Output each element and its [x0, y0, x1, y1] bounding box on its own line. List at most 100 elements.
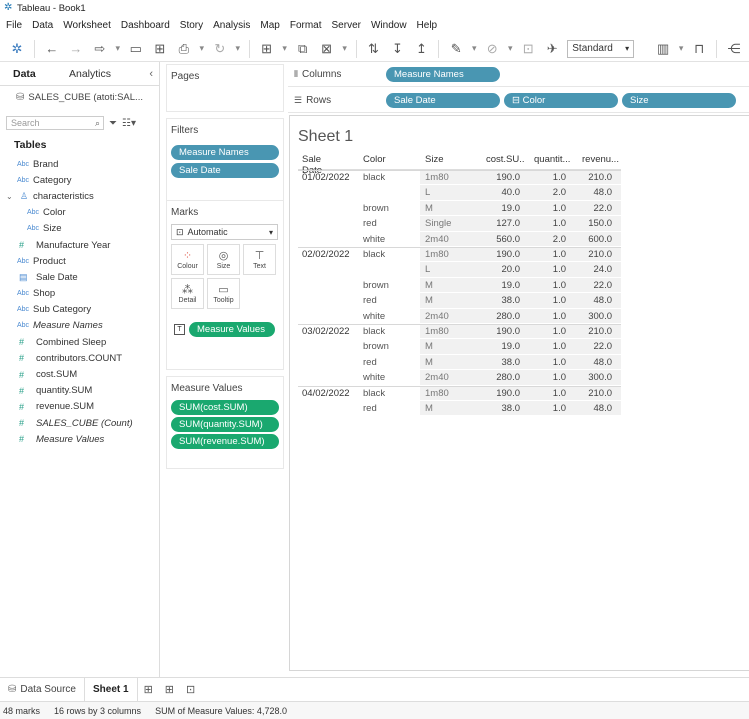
- size-cell[interactable]: 1m80: [425, 247, 449, 262]
- sort-ascending-icon[interactable]: ↧: [388, 38, 406, 60]
- chevron-down-icon[interactable]: ▾: [199, 38, 205, 60]
- fit-select[interactable]: Standard ▾: [567, 39, 635, 58]
- rows-pill-size[interactable]: Size: [622, 92, 736, 108]
- sale-date-cell[interactable]: 02/02/2022: [302, 247, 350, 262]
- size-cell[interactable]: 2m40: [425, 370, 449, 385]
- color-cell[interactable]: black: [363, 386, 385, 401]
- menu-server[interactable]: Server: [332, 20, 361, 31]
- menu-dashboard[interactable]: Dashboard: [121, 20, 170, 31]
- column-header[interactable]: Size: [425, 154, 443, 165]
- filter-pill-measure-names[interactable]: Measure Names: [171, 145, 279, 160]
- menu-help[interactable]: Help: [417, 20, 438, 31]
- field-item[interactable]: ▤ Sale Date: [0, 269, 160, 285]
- measure-pill-cost[interactable]: SUM(cost.SUM): [171, 400, 279, 415]
- color-cell[interactable]: red: [363, 216, 377, 231]
- size-cell[interactable]: L: [425, 185, 430, 200]
- detail-button[interactable]: ⁂ Detail: [171, 278, 204, 309]
- revenue-cell[interactable]: 48.0: [576, 401, 613, 416]
- quantity-cell[interactable]: 1.0: [528, 170, 566, 185]
- filter-icon[interactable]: ⏷: [109, 118, 117, 129]
- size-cell[interactable]: M: [425, 339, 433, 354]
- size-button[interactable]: ◎ Size: [207, 244, 240, 275]
- menu-analysis[interactable]: Analysis: [213, 20, 250, 31]
- size-cell[interactable]: 1m80: [425, 324, 449, 339]
- quantity-cell[interactable]: 2.0: [528, 232, 566, 247]
- color-cell[interactable]: black: [363, 247, 385, 262]
- cost-cell[interactable]: 19.0: [480, 278, 521, 293]
- revenue-cell[interactable]: 24.0: [576, 262, 613, 277]
- rows-shelf[interactable]: ☰ Rows Sale Date ⊟ Color Size: [288, 88, 749, 113]
- color-cell[interactable]: white: [363, 232, 385, 247]
- quantity-cell[interactable]: 1.0: [528, 401, 566, 416]
- cost-cell[interactable]: 38.0: [480, 355, 521, 370]
- quantity-cell[interactable]: 1.0: [528, 339, 566, 354]
- chevron-down-icon[interactable]: ▾: [235, 38, 241, 60]
- redo-icon[interactable]: →: [67, 38, 85, 60]
- cost-cell[interactable]: 38.0: [480, 293, 521, 308]
- color-cell[interactable]: red: [363, 401, 377, 416]
- search-input[interactable]: Search ⌕: [6, 116, 104, 130]
- collapse-pane-icon[interactable]: ‹: [145, 62, 159, 85]
- new-datasource-icon[interactable]: ⊞: [151, 38, 169, 60]
- size-cell[interactable]: 2m40: [425, 309, 449, 324]
- new-story-icon[interactable]: ⊡: [186, 683, 195, 696]
- refresh-icon[interactable]: ↻: [211, 38, 229, 60]
- size-cell[interactable]: L: [425, 262, 430, 277]
- chevron-down-icon[interactable]: ▾: [471, 38, 477, 60]
- field-item[interactable]: # revenue.SUM: [0, 399, 160, 415]
- cost-cell[interactable]: 190.0: [480, 324, 520, 339]
- revenue-cell[interactable]: 48.0: [576, 293, 613, 308]
- revenue-cell[interactable]: 210.0: [576, 247, 612, 262]
- field-item[interactable]: # contributors.COUNT: [0, 350, 160, 366]
- swap-rows-columns-icon[interactable]: ⇅: [364, 38, 382, 60]
- columns-shelf[interactable]: ⦀ Columns Measure Names: [288, 62, 749, 87]
- field-item[interactable]: Abc Shop: [0, 286, 160, 302]
- column-header[interactable]: Color: [363, 154, 386, 165]
- share-icon[interactable]: ⋲: [725, 38, 743, 60]
- pause-updates-icon[interactable]: ⎙: [175, 38, 193, 60]
- save-icon[interactable]: ▭: [127, 38, 145, 60]
- quantity-cell[interactable]: 1.0: [528, 262, 566, 277]
- size-cell[interactable]: M: [425, 355, 433, 370]
- field-item[interactable]: # SALES_CUBE (Count): [0, 415, 160, 431]
- revenue-cell[interactable]: 600.0: [576, 232, 612, 247]
- color-cell[interactable]: black: [363, 324, 385, 339]
- field-item[interactable]: Abc Sub Category: [0, 302, 160, 318]
- revenue-cell[interactable]: 22.0: [576, 339, 613, 354]
- cost-cell[interactable]: 280.0: [480, 309, 520, 324]
- cost-cell[interactable]: 127.0: [480, 216, 520, 231]
- field-item[interactable]: # cost.SUM: [0, 366, 160, 382]
- revenue-cell[interactable]: 22.0: [576, 201, 613, 216]
- cost-cell[interactable]: 190.0: [480, 247, 520, 262]
- view-options-icon[interactable]: ☷▾: [122, 118, 136, 129]
- cost-cell[interactable]: 190.0: [480, 170, 520, 185]
- size-cell[interactable]: Single: [425, 216, 451, 231]
- revenue-cell[interactable]: 48.0: [576, 185, 613, 200]
- field-item[interactable]: # Combined Sleep: [0, 334, 160, 350]
- fix-axes-icon[interactable]: ✈: [543, 38, 561, 60]
- quantity-cell[interactable]: 1.0: [528, 355, 566, 370]
- presentation-mode-icon[interactable]: ⊓: [690, 38, 708, 60]
- color-cell[interactable]: black: [363, 170, 385, 185]
- clear-sheet-icon[interactable]: ⊠: [318, 38, 336, 60]
- menu-file[interactable]: File: [6, 20, 22, 31]
- menu-data[interactable]: Data: [32, 20, 53, 31]
- cost-cell[interactable]: 19.0: [480, 201, 521, 216]
- tab-sheet-1[interactable]: Sheet 1: [83, 677, 138, 702]
- column-header[interactable]: cost.SU..: [486, 154, 525, 165]
- menu-format[interactable]: Format: [290, 20, 322, 31]
- group-members-icon[interactable]: ⊘: [483, 38, 501, 60]
- chevron-down-icon[interactable]: ⌄: [6, 192, 16, 201]
- quantity-cell[interactable]: 1.0: [528, 370, 566, 385]
- column-header[interactable]: revenu...: [582, 154, 619, 165]
- size-cell[interactable]: M: [425, 401, 433, 416]
- sort-descending-icon[interactable]: ↥: [412, 38, 430, 60]
- field-item[interactable]: Abc Product: [0, 253, 160, 269]
- revenue-cell[interactable]: 300.0: [576, 309, 612, 324]
- sale-date-cell[interactable]: 01/02/2022: [302, 170, 350, 185]
- size-cell[interactable]: 1m80: [425, 386, 449, 401]
- text-button[interactable]: ⊤ Text: [243, 244, 276, 275]
- tab-data-source[interactable]: ⛁ Data Source: [0, 678, 84, 702]
- revenue-cell[interactable]: 210.0: [576, 386, 612, 401]
- chevron-down-icon[interactable]: ▾: [678, 38, 684, 60]
